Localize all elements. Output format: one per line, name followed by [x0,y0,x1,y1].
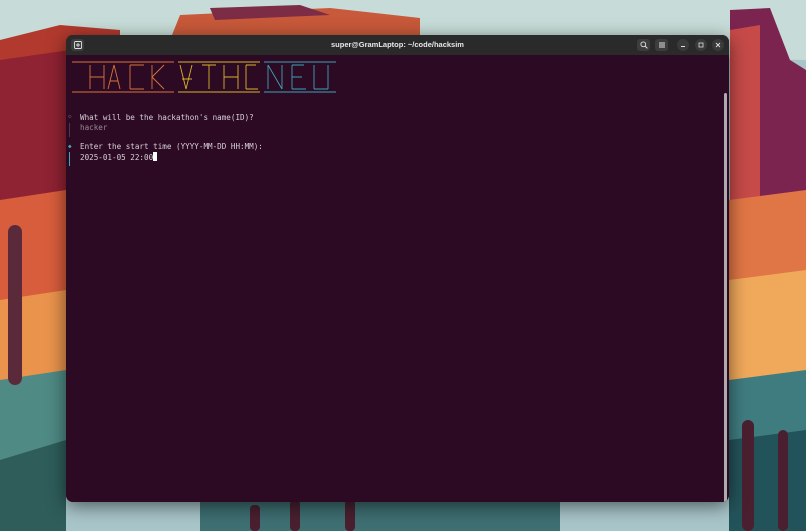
menu-button[interactable] [655,39,668,51]
text-cursor [153,152,158,161]
maximize-button[interactable] [695,39,707,51]
prompt-guide-line [69,123,71,137]
search-icon [639,41,648,49]
start-time-question: Enter the start time (YYYY-MM-DD HH:MM): [80,142,263,151]
minimize-icon [681,46,685,47]
terminal-window[interactable]: super@GramLaptop: ~/code/hacksim ◇ What … [66,35,729,502]
close-icon [715,42,721,48]
title-bar[interactable]: super@GramLaptop: ~/code/hacksim [66,35,729,55]
hackathon-name-question: What will be the hackathon's name(ID)? [80,113,254,122]
start-time-value: 2025-01-05 22:00 [80,153,154,162]
window-title: super@GramLaptop: ~/code/hacksim [331,40,464,49]
close-button[interactable] [712,39,724,51]
search-button[interactable] [637,39,650,51]
start-time-input[interactable]: 2025-01-05 22:00 [80,152,158,163]
answered-prompt-marker-icon: ◇ [68,113,72,120]
minimize-button[interactable] [677,39,689,51]
maximize-icon [698,42,704,48]
hamburger-menu-icon [658,42,665,48]
ascii-art-banner [72,61,336,93]
active-prompt-marker-icon: ◆ [68,143,72,150]
terminal-output[interactable]: ◇ What will be the hackathon's name(ID)?… [66,55,729,502]
hackathon-name-answer: hacker [80,123,108,132]
active-prompt-guide-line [69,152,71,166]
vertical-scrollbar[interactable] [724,93,727,502]
